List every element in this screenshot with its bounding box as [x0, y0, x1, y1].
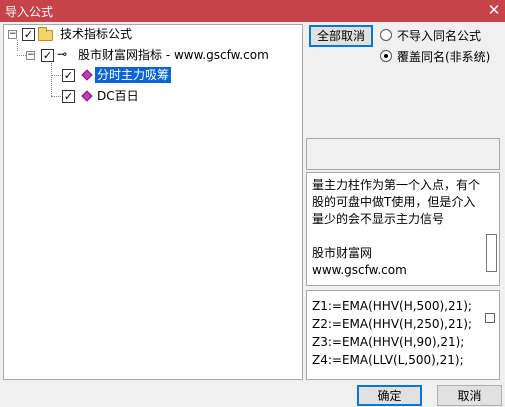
description-line: 量少的会不显示主力信号 — [312, 212, 445, 226]
ok-button[interactable]: 确定 — [357, 385, 422, 406]
radio-skip-duplicates[interactable] — [380, 29, 392, 41]
description-scrollbar-thumb[interactable] — [486, 234, 497, 272]
key-icon: ⊸ — [57, 47, 68, 61]
checkbox-formula[interactable]: ✓ — [62, 90, 75, 103]
tree-node-formula[interactable]: ✓ 分时主力吸筹 — [4, 67, 204, 83]
tree-node-group[interactable]: − ✓ ⊸ 股市财富网指标 - www.gscfw.com — [4, 47, 299, 63]
formula-line: Z1:=EMA(HHV(H,500),21); — [312, 299, 472, 313]
folder-icon — [38, 27, 53, 41]
tree-node-formula[interactable]: ✓ DC百日 — [4, 88, 204, 104]
description-line: 量主力柱作为第一个入点，有个 — [312, 178, 481, 192]
radio-label[interactable]: 不导入同名公式 — [397, 27, 481, 44]
formula-icon — [81, 69, 93, 81]
tree-node-root[interactable]: − ✓ 技术指标公式 — [4, 26, 204, 42]
formula-source[interactable]: Z1:=EMA(HHV(H,500),21); Z2:=EMA(HHV(H,25… — [306, 290, 500, 380]
window-title: 导入公式 — [5, 5, 54, 19]
formula-line: Z3:=EMA(HHV(H,90),21); — [312, 335, 465, 349]
formula-scroll-box[interactable] — [485, 313, 495, 323]
checkbox-root[interactable]: ✓ — [22, 28, 35, 41]
cancel-button[interactable]: 取消 — [437, 385, 502, 406]
formula-icon — [81, 90, 93, 102]
formula-tree[interactable]: − ✓ 技术指标公式 − ✓ ⊸ 股市财富网指标 - www.gscfw.com… — [3, 24, 303, 380]
tree-node-label: DC百日 — [97, 89, 139, 103]
description-line: 股市财富网 — [312, 246, 373, 260]
checkbox-formula[interactable]: ✓ — [62, 69, 75, 82]
radio-label[interactable]: 覆盖同名(非系统) — [397, 48, 490, 65]
description-line: 股的可盘中做T使用，但是介入 — [312, 195, 476, 209]
close-icon[interactable]: ✕ — [483, 0, 505, 22]
cancel-all-button[interactable]: 全部取消 — [309, 25, 373, 47]
title-bar: 导入公式 ✕ — [0, 0, 505, 22]
tree-node-label: 股市财富网指标 - www.gscfw.com — [78, 48, 269, 62]
checkbox-group[interactable]: ✓ — [41, 49, 54, 62]
description-line — [312, 228, 479, 245]
radio-overwrite-duplicates[interactable] — [380, 50, 392, 62]
formula-description[interactable]: 量主力柱作为第一个入点，有个 股的可盘中做T使用，但是介入 量少的会不显示主力信… — [306, 172, 500, 286]
collapse-icon[interactable]: − — [8, 30, 17, 39]
formula-line: Z4:=EMA(LLV(L,500),21); — [312, 353, 464, 367]
tree-node-label: 技术指标公式 — [60, 27, 133, 41]
description-line: www.gscfw.com — [312, 263, 407, 277]
formula-line: Z2:=EMA(HHV(H,250),21); — [312, 317, 472, 331]
collapse-icon[interactable]: − — [26, 51, 35, 60]
info-box — [306, 138, 500, 170]
tree-node-label: 分时主力吸筹 — [95, 67, 172, 83]
